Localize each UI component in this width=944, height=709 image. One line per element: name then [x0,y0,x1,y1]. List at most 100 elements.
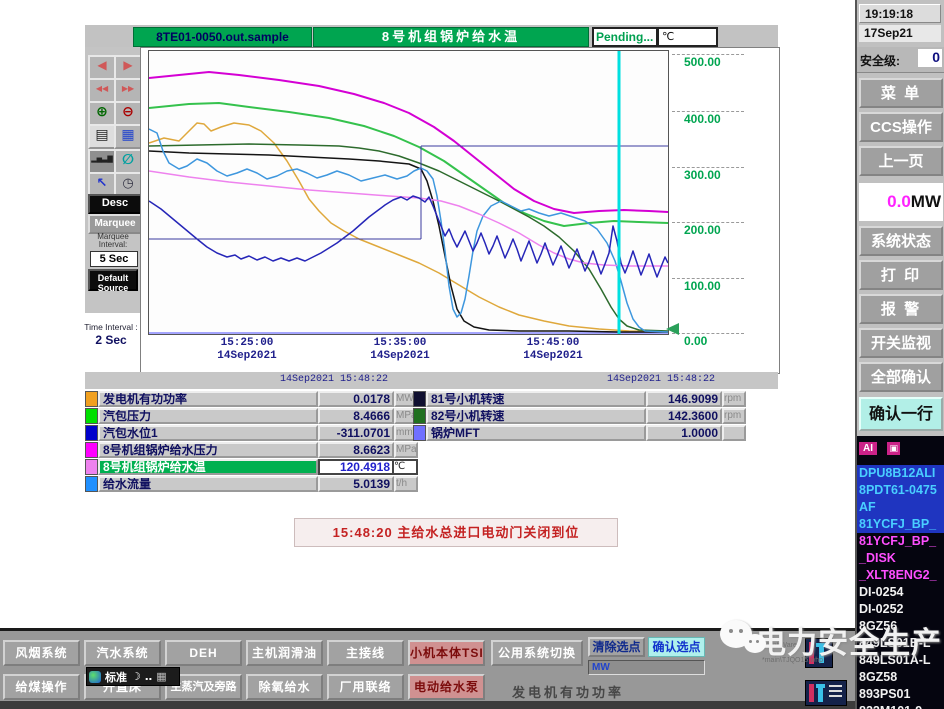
x-tick: 15:45:00 14Sep2021 [523,337,583,362]
menu-steam-water[interactable]: 汽水系统 [84,640,161,666]
previous-page-button[interactable]: 上一页 [859,146,943,176]
ime-punct-icon[interactable]: ‥ [145,670,152,683]
tool-icon-2[interactable] [805,680,847,706]
menu-deaerator[interactable]: 除氧给水 [246,674,323,700]
window-view-icon[interactable]: ▤ [88,124,116,149]
pen-unit: MPa [394,442,418,458]
list-item[interactable]: DI-0254 [857,584,944,601]
menu-main-wiring[interactable]: 主接线 [327,640,404,666]
ime-keyboard-icon[interactable]: ▦ [156,670,166,683]
print-button[interactable]: 打 印 [859,260,943,290]
list-item[interactable]: 893PS01 [857,686,944,703]
switch-monitor-button[interactable]: 开关监视 [859,328,943,358]
clear-point-button[interactable]: 清除选点 [588,637,645,657]
block-icon[interactable]: ∅ [114,149,142,174]
menu-button[interactable]: 菜 单 [859,78,943,108]
marquee-button[interactable]: Marquee [88,214,142,234]
marquee-interval-value[interactable]: 5 Sec [90,251,138,267]
point-input[interactable]: MW [588,660,705,675]
sample-name-box[interactable]: 8TE01-0050.out.sample [133,27,312,47]
menu-fan-flue[interactable]: 风烟系统 [3,640,80,666]
pen-row[interactable]: 锅炉MFT 1.0000 [413,425,746,441]
list-item[interactable]: _XLT8ENG2_ [857,567,944,584]
fast-forward-icon[interactable]: ▶▶ [114,78,142,103]
pen-row[interactable]: 汽包压力 8.4666 MPa [85,408,418,424]
ai-badge: AI [859,442,877,455]
menu-tsi[interactable]: 小机本体TSI [408,640,485,666]
confirm-line-button[interactable]: 确认一行 [859,397,943,431]
list-item[interactable]: DI-0252 [857,601,944,618]
list-item[interactable]: 8GZ58 [857,669,944,686]
list-item[interactable]: 81YCFJ_BP_ [857,533,944,550]
desc-button[interactable]: Desc [88,194,142,214]
range-start-time: 14Sep2021 15:48:22 [280,374,389,385]
ime-toolbar[interactable]: 标准 ☽ ‥ ▦ [86,667,180,686]
zoom-in-icon[interactable]: ⊕ [88,101,116,126]
list-item[interactable]: 822M101-9 [857,703,944,709]
pen-row[interactable]: 给水流量 5.0139 t/h [85,476,418,492]
axis-marker-icon[interactable] [666,323,679,335]
time-interval-label: Time Interval : [84,322,138,332]
system-status-button[interactable]: 系统状态 [859,226,943,256]
time-interval-value: 2 Sec [95,333,127,347]
list-item[interactable]: 8PDT61-0475 [857,482,944,499]
trend-plot[interactable] [148,50,669,335]
alarm-button[interactable]: 报 警 [859,294,943,324]
sidebar: 19:19:18 17Sep21 安全级: 0 菜 单 CCS操作 上一页 0.… [855,0,944,709]
pen-name: 82号小机转速 [426,408,646,424]
pen-row[interactable]: 汽包水位1 -311.0701 mm [85,425,418,441]
pen-name: 给水流量 [98,476,318,492]
pen-name: 汽包水位1 [98,425,318,441]
pen-name: 8号机组锅炉给水温 [98,459,318,475]
menu-plant-link[interactable]: 厂用联络 [327,674,404,700]
unit-box[interactable]: ℃ [657,27,718,47]
menu-common-system[interactable]: 公用系统切换 [491,640,583,666]
range-end-time: 14Sep2021 15:48:22 [607,374,716,385]
list-item[interactable]: _DISK [857,550,944,567]
pen-unit: rpm [722,391,746,407]
list-header: AI ▣ [859,438,944,455]
pen-color-swatch [85,425,98,441]
default-source-button[interactable]: Default Source [88,269,138,293]
y-tick: 200.00 [672,222,746,237]
ime-mode-label[interactable]: 标准 [105,669,127,685]
trend-curves [148,51,669,334]
pen-row[interactable]: 8号机组锅炉给水压力 8.6623 MPa [85,442,418,458]
table-view-icon[interactable]: ▦ [114,124,142,149]
menu-lube-oil[interactable]: 主机润滑油 [246,640,323,666]
pen-name: 汽包压力 [98,408,318,424]
confirm-point-button[interactable]: 确认选点 [648,637,705,657]
pen-color-swatch [413,391,426,407]
pen-unit: rpm [722,408,746,424]
trend-view-icon[interactable]: ▂▅▃▇ [88,149,116,174]
ime-globe-icon[interactable] [89,670,101,683]
back-icon[interactable]: ◀ [88,55,116,80]
menu-deh[interactable]: DEH [165,640,242,666]
pen-value: 8.4666 [318,408,394,424]
y-tick: 0.00 [672,333,746,348]
status-pending: Pending... [592,27,658,47]
menu-electric-pump[interactable]: 电动给水泵 [408,674,485,700]
date: 17Sep21 [859,25,941,42]
trend-title-box[interactable]: 8号机组锅炉给水温 [313,27,589,47]
rewind-icon[interactable]: ◀◀ [88,78,116,103]
list-item[interactable]: DPU8B12ALI [857,465,944,482]
bottom-status-text: 发电机有功功率 [512,685,625,700]
pen-row[interactable]: 发电机有功功率 0.0178 MW [85,391,418,407]
pen-row[interactable]: 82号小机转速 142.3600 rpm [413,408,746,424]
security-level-row: 安全级: 0 [857,47,944,73]
trend-line [148,143,669,332]
list-item[interactable]: AF [857,499,944,516]
zoom-out-icon[interactable]: ⊖ [114,101,142,126]
pen-row-selected[interactable]: 8号机组锅炉给水温 120.4918 ℃ [85,459,418,475]
ccs-operate-button[interactable]: CCS操作 [859,112,943,142]
list-item[interactable]: 81YCFJ_BP_ [857,516,944,533]
ime-moon-icon[interactable]: ☽ [131,670,141,683]
pen-name: 发电机有功功率 [98,391,318,407]
pen-color-swatch [85,391,98,407]
menu-coal-feed[interactable]: 给煤操作 [3,674,80,700]
pen-row[interactable]: 81号小机转速 146.9099 rpm [413,391,746,407]
forward-icon[interactable]: ▶ [114,55,142,80]
confirm-all-button[interactable]: 全部确认 [859,362,943,392]
pen-value: -311.0701 [318,425,394,441]
